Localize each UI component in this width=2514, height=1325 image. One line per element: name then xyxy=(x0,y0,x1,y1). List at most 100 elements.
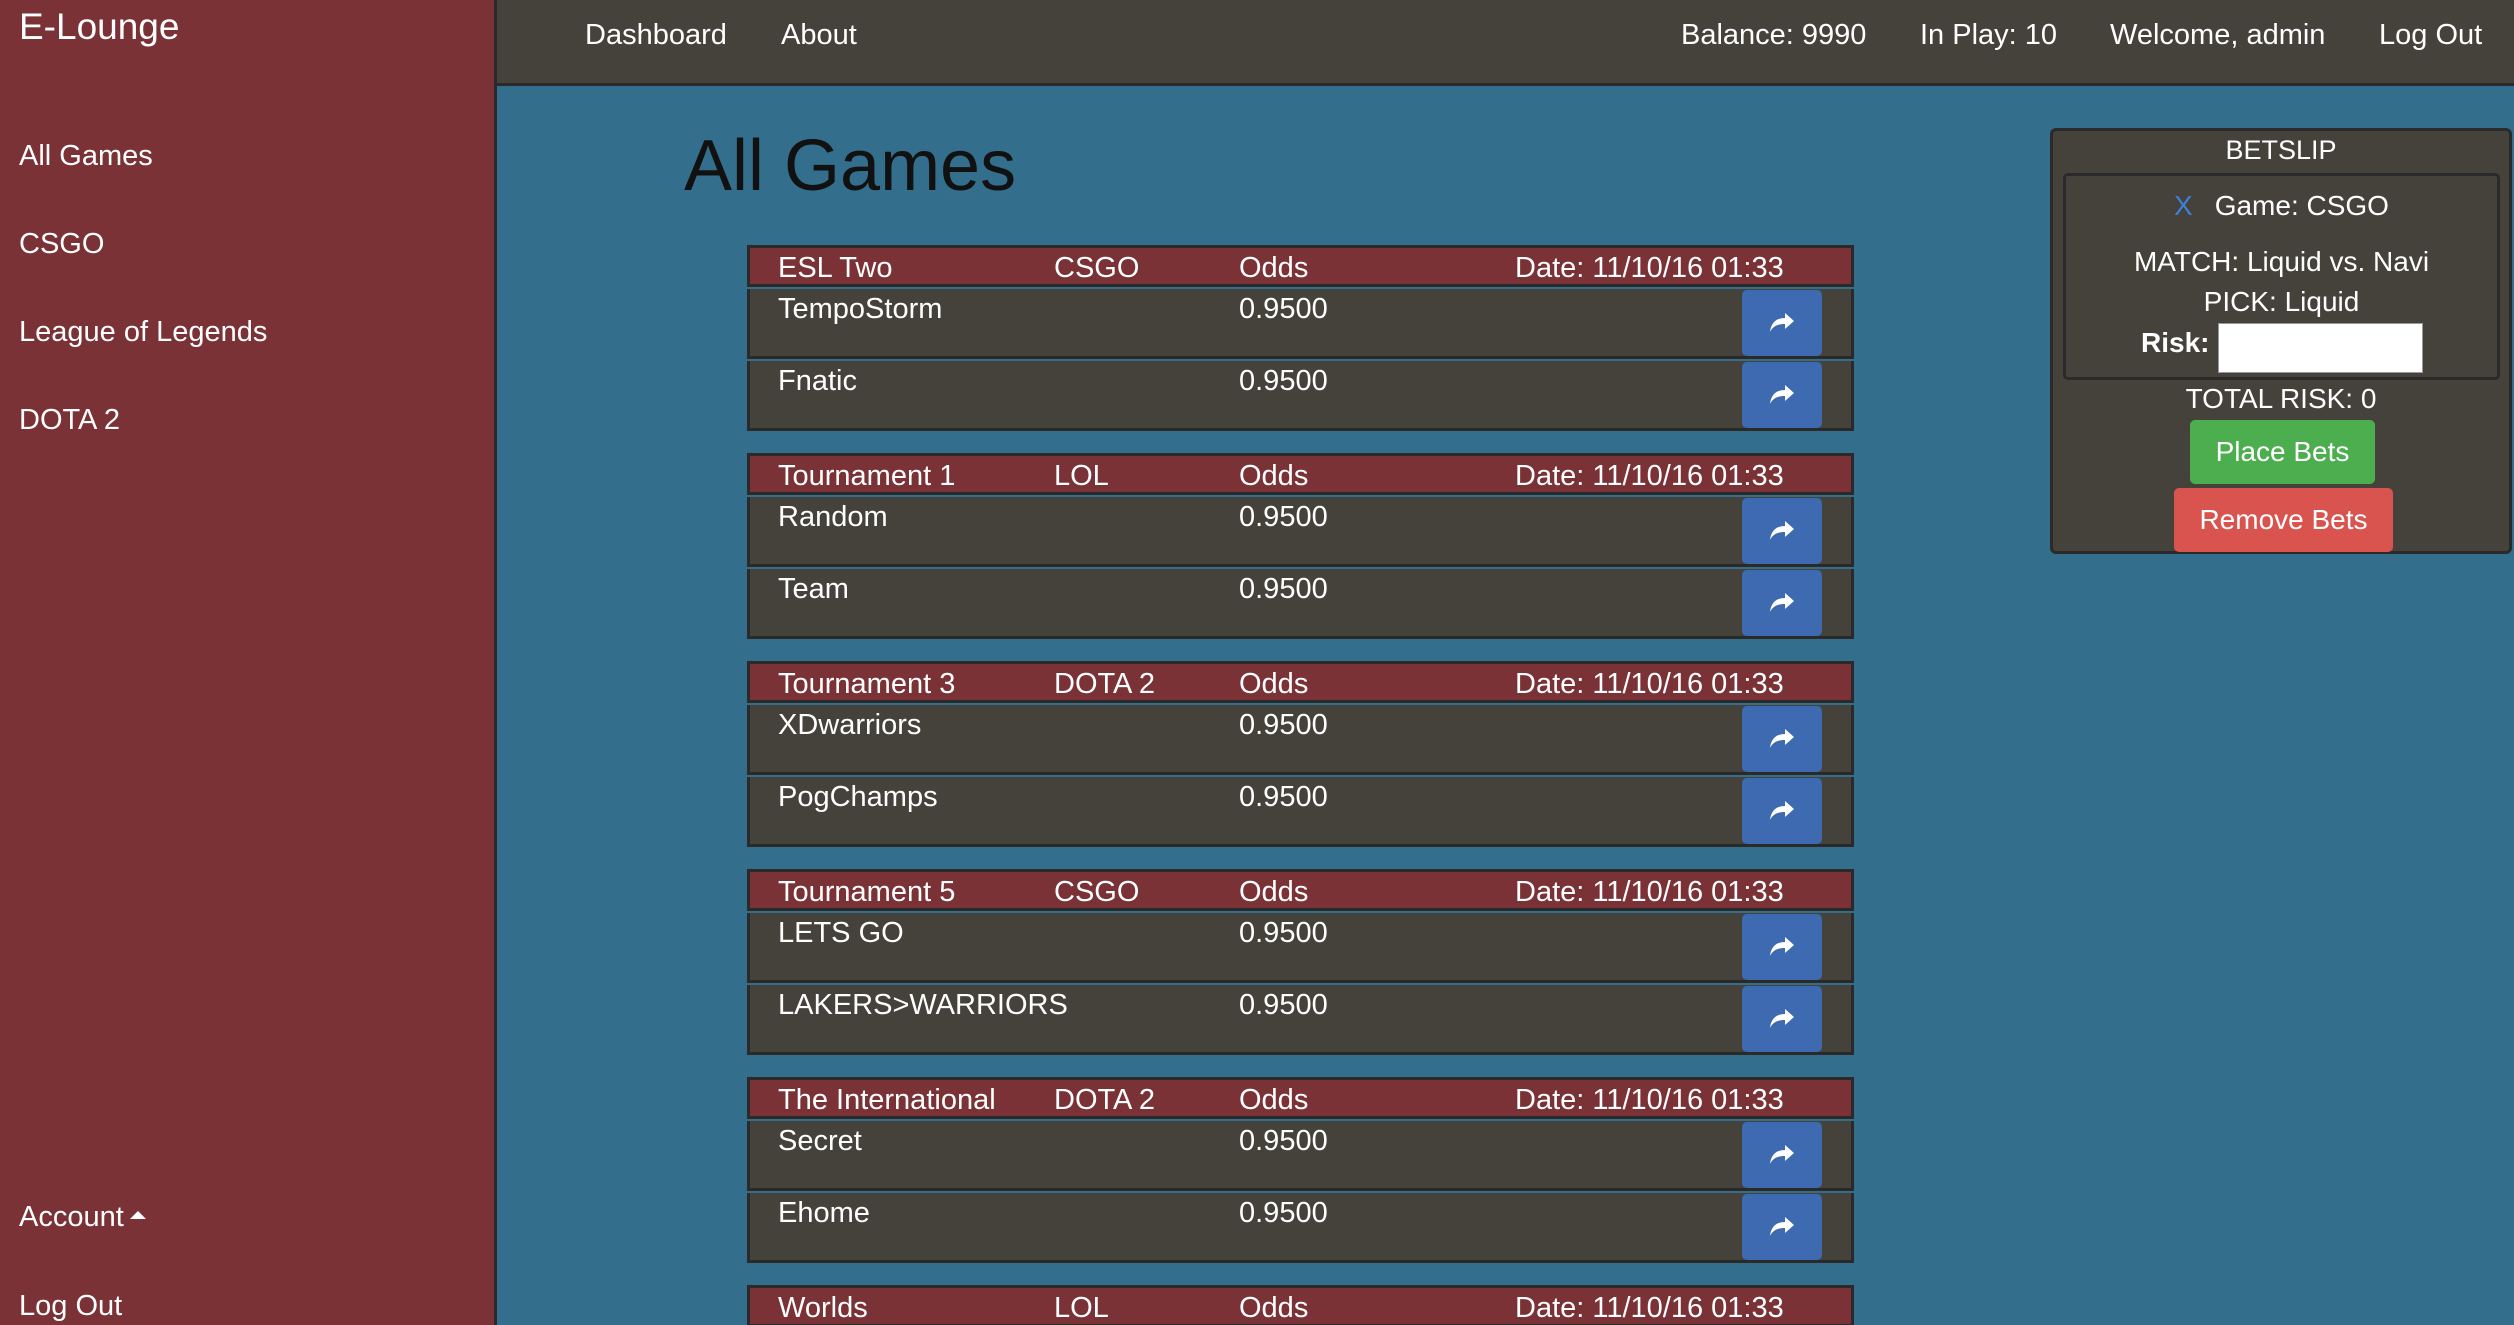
add-bet-button[interactable] xyxy=(1742,1194,1822,1260)
add-bet-button[interactable] xyxy=(1742,498,1822,564)
game-type: LOL xyxy=(1054,460,1109,492)
share-arrow-icon xyxy=(1770,937,1794,956)
team-name: Secret xyxy=(778,1125,862,1157)
match-date: Date: 11/10/16 01:33 xyxy=(1515,1084,1784,1116)
balance-display[interactable]: Balance: 9990 xyxy=(1681,19,1866,52)
nav-dashboard[interactable]: Dashboard xyxy=(585,19,727,52)
welcome-user[interactable]: Welcome, admin xyxy=(2110,19,2325,52)
team-odds: 0.9500 xyxy=(1239,709,1328,741)
tournament-name: Tournament 1 xyxy=(778,460,956,492)
share-arrow-icon xyxy=(1770,593,1794,612)
odds-header: Odds xyxy=(1239,252,1309,284)
team-odds: 0.9500 xyxy=(1239,781,1328,813)
page-title: All Games xyxy=(684,126,1017,206)
team-row: PogChamps 0.9500 xyxy=(747,777,1854,847)
caret-up-icon xyxy=(129,1211,146,1220)
team-row: TempoStorm 0.9500 xyxy=(747,289,1854,359)
match-date: Date: 11/10/16 01:33 xyxy=(1515,252,1784,284)
game-header: Worlds LOL Odds Date: 11/10/16 01:33 xyxy=(747,1285,1854,1325)
match-date: Date: 11/10/16 01:33 xyxy=(1515,876,1784,908)
game-type: DOTA 2 xyxy=(1054,1084,1155,1116)
game-group: Worlds LOL Odds Date: 11/10/16 01:33 xyxy=(747,1285,1854,1325)
sidebar-item-league-of-legends[interactable]: League of Legends xyxy=(19,316,267,349)
bet-match: MATCH: Liquid vs. Navi xyxy=(2133,246,2430,277)
team-odds: 0.9500 xyxy=(1239,1125,1328,1157)
account-menu[interactable]: Account xyxy=(19,1201,146,1234)
game-group: The International DOTA 2 Odds Date: 11/1… xyxy=(747,1077,1854,1263)
team-row: LETS GO 0.9500 xyxy=(747,913,1854,983)
team-name: Ehome xyxy=(778,1197,870,1229)
add-bet-button[interactable] xyxy=(1742,1122,1822,1188)
tournament-name: The International xyxy=(778,1084,996,1116)
sidebar: E-Lounge All Games CSGO League of Legend… xyxy=(0,0,497,1325)
game-group: Tournament 1 LOL Odds Date: 11/10/16 01:… xyxy=(747,453,1854,639)
top-navbar: Dashboard About Balance: 9990 In Play: 1… xyxy=(497,0,2514,86)
share-arrow-icon xyxy=(1770,1145,1794,1164)
risk-input[interactable] xyxy=(2218,323,2423,373)
team-odds: 0.9500 xyxy=(1239,501,1328,533)
team-row: LAKERS>WARRIORS 0.9500 xyxy=(747,985,1854,1055)
team-odds: 0.9500 xyxy=(1239,1197,1328,1229)
game-header: Tournament 5 CSGO Odds Date: 11/10/16 01… xyxy=(747,869,1854,911)
team-odds: 0.9500 xyxy=(1239,917,1328,949)
share-arrow-icon xyxy=(1770,521,1794,540)
nav-about[interactable]: About xyxy=(781,19,857,52)
tournament-name: ESL Two xyxy=(778,252,893,284)
odds-header: Odds xyxy=(1239,876,1309,908)
in-play-display[interactable]: In Play: 10 xyxy=(1920,19,2057,52)
bet-pick: PICK: Liquid xyxy=(2203,286,2360,317)
nav-logout[interactable]: Log Out xyxy=(2379,19,2482,52)
team-name: XDwarriors xyxy=(778,709,922,741)
team-name: Fnatic xyxy=(778,365,857,397)
betslip-title: BETSLIP xyxy=(2225,135,2337,165)
add-bet-button[interactable] xyxy=(1742,778,1822,844)
team-row: XDwarriors 0.9500 xyxy=(747,705,1854,775)
odds-header: Odds xyxy=(1239,1084,1309,1116)
game-type: CSGO xyxy=(1054,252,1140,284)
add-bet-button[interactable] xyxy=(1742,986,1822,1052)
add-bet-button[interactable] xyxy=(1742,290,1822,356)
account-label: Account xyxy=(19,1201,124,1233)
remove-bet-icon[interactable]: X xyxy=(2174,190,2193,221)
game-header: The International DOTA 2 Odds Date: 11/1… xyxy=(747,1077,1854,1119)
sidebar-logout-link[interactable]: Log Out xyxy=(19,1290,122,1323)
share-arrow-icon xyxy=(1770,313,1794,332)
game-type: CSGO xyxy=(1054,876,1140,908)
team-odds: 0.9500 xyxy=(1239,293,1328,325)
game-group: ESL Two CSGO Odds Date: 11/10/16 01:33 T… xyxy=(747,245,1854,431)
team-odds: 0.9500 xyxy=(1239,989,1328,1021)
place-bets-button[interactable]: Place Bets xyxy=(2190,420,2375,484)
sidebar-item-csgo[interactable]: CSGO xyxy=(19,228,104,261)
team-row: Secret 0.9500 xyxy=(747,1121,1854,1191)
team-name: Random xyxy=(778,501,888,533)
team-name: LAKERS>WARRIORS xyxy=(778,989,1068,1021)
odds-header: Odds xyxy=(1239,668,1309,700)
game-type: DOTA 2 xyxy=(1054,668,1155,700)
remove-bets-button[interactable]: Remove Bets xyxy=(2174,488,2393,552)
match-date: Date: 11/10/16 01:33 xyxy=(1515,460,1784,492)
team-row: Fnatic 0.9500 xyxy=(747,361,1854,431)
sidebar-item-all-games[interactable]: All Games xyxy=(19,140,153,173)
add-bet-button[interactable] xyxy=(1742,362,1822,428)
match-date: Date: 11/10/16 01:33 xyxy=(1515,668,1784,700)
tournament-name: Tournament 3 xyxy=(778,668,956,700)
game-header: ESL Two CSGO Odds Date: 11/10/16 01:33 xyxy=(747,245,1854,287)
team-row: Ehome 0.9500 xyxy=(747,1193,1854,1263)
team-name: TempoStorm xyxy=(778,293,943,325)
add-bet-button[interactable] xyxy=(1742,914,1822,980)
bet-game-line: X Game: CSGO xyxy=(2066,190,2497,222)
game-header: Tournament 1 LOL Odds Date: 11/10/16 01:… xyxy=(747,453,1854,495)
sidebar-item-dota-2[interactable]: DOTA 2 xyxy=(19,404,120,437)
team-name: Team xyxy=(778,573,849,605)
add-bet-button[interactable] xyxy=(1742,570,1822,636)
share-arrow-icon xyxy=(1770,385,1794,404)
game-group: Tournament 3 DOTA 2 Odds Date: 11/10/16 … xyxy=(747,661,1854,847)
brand-logo[interactable]: E-Lounge xyxy=(19,6,179,48)
share-arrow-icon xyxy=(1770,1217,1794,1236)
game-header: Tournament 3 DOTA 2 Odds Date: 11/10/16 … xyxy=(747,661,1854,703)
team-name: LETS GO xyxy=(778,917,904,949)
odds-header: Odds xyxy=(1239,1292,1309,1324)
tournament-name: Worlds xyxy=(778,1292,868,1324)
betslip-panel: BETSLIP X Game: CSGO MATCH: Liquid vs. Na… xyxy=(2050,128,2512,554)
add-bet-button[interactable] xyxy=(1742,706,1822,772)
